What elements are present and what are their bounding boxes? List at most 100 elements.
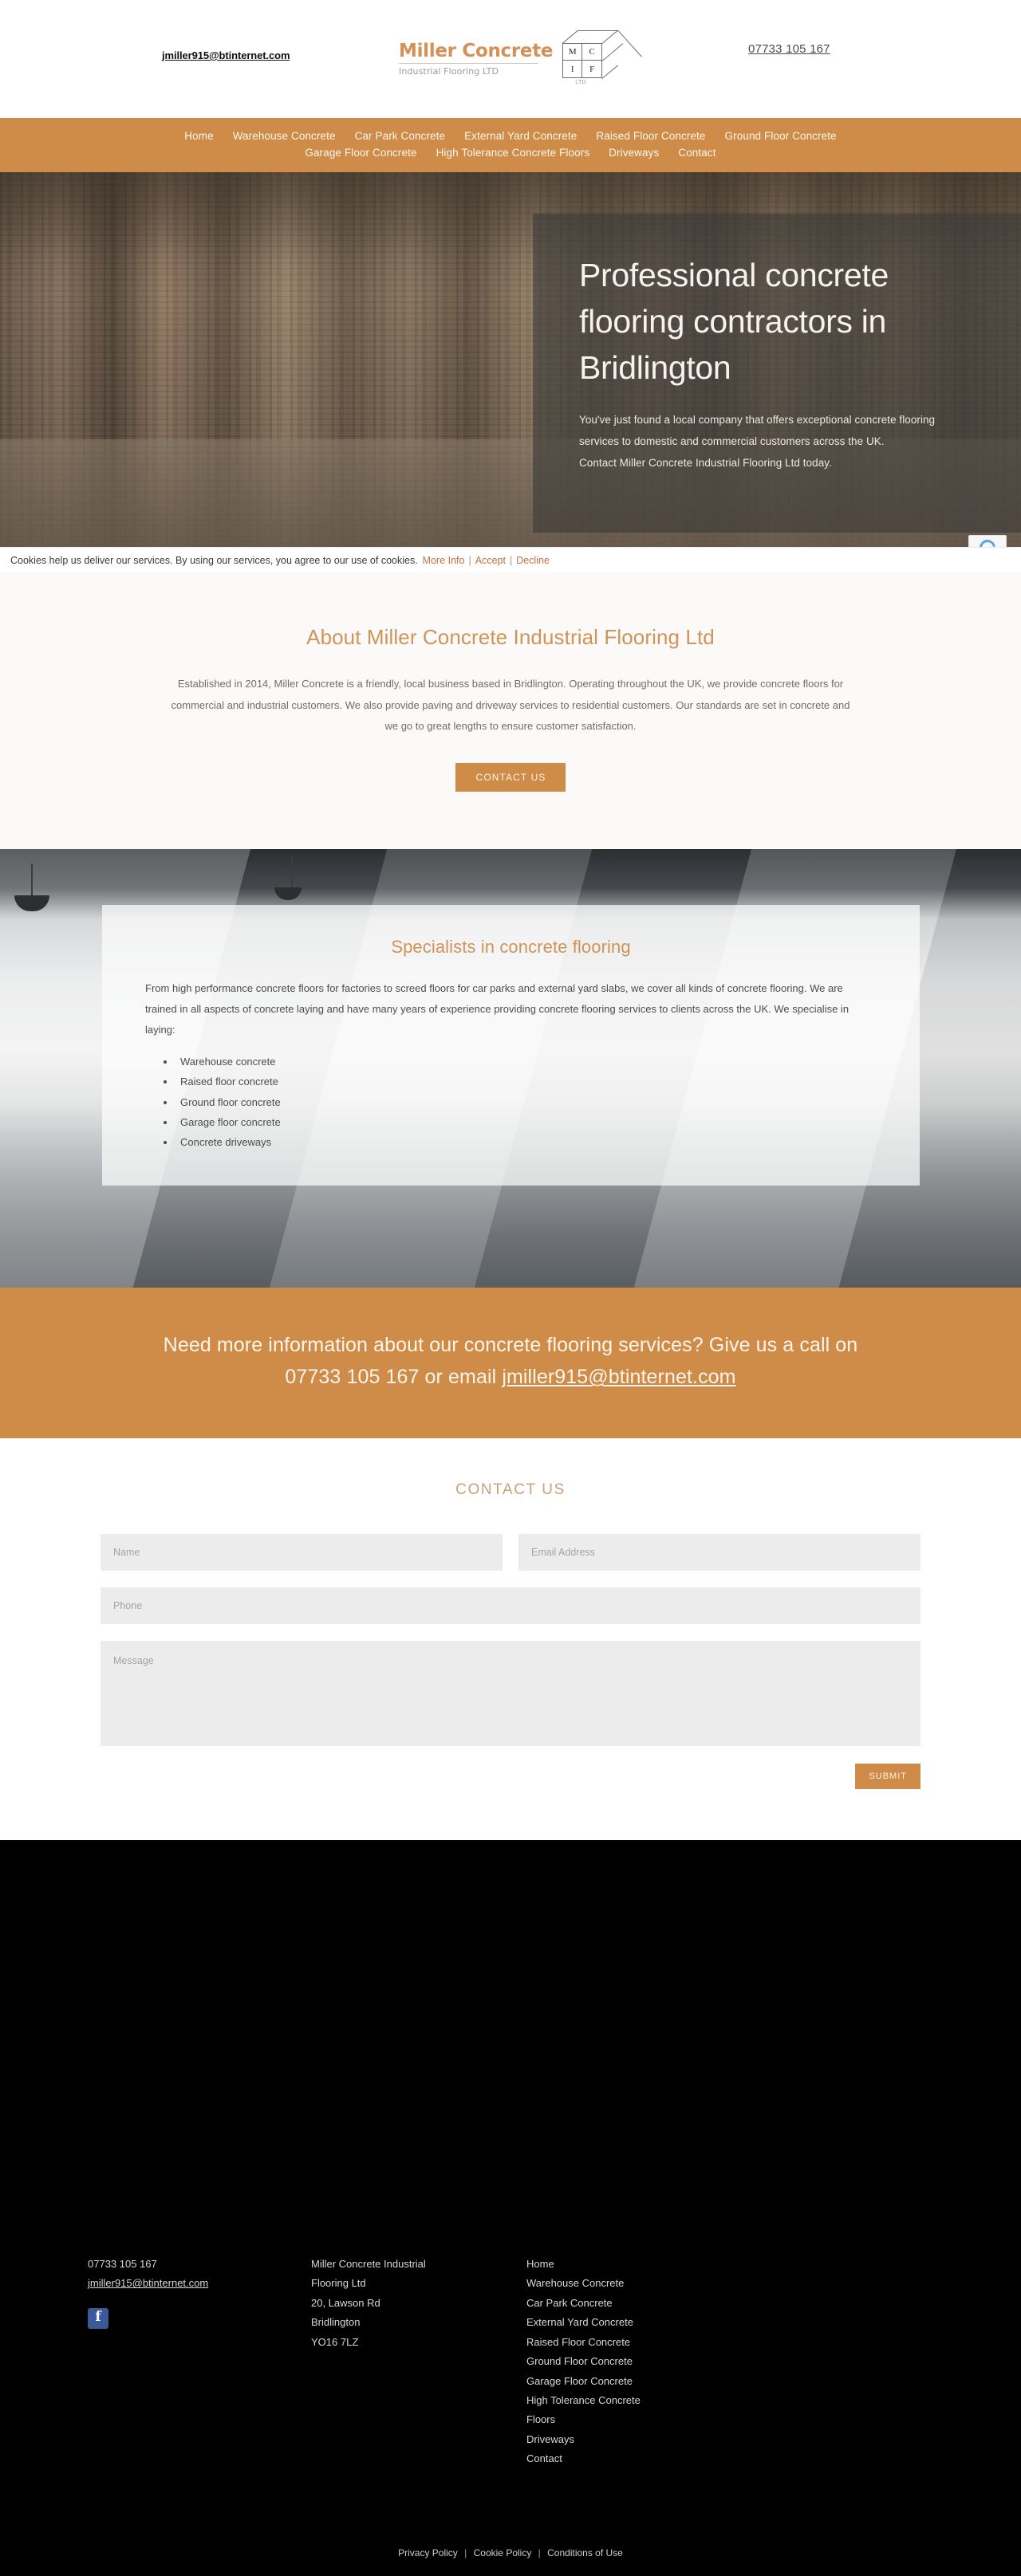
nav-row-secondary: Garage Floor Concrete High Tolerance Con… — [295, 144, 725, 161]
privacy-policy-link[interactable]: Privacy Policy — [398, 2547, 458, 2558]
footer-navigation: Home Warehouse Concrete Car Park Concret… — [526, 2255, 766, 2469]
logo-divider — [399, 63, 538, 65]
cookie-separator: | — [468, 554, 471, 566]
main-navigation: Home Warehouse Concrete Car Park Concret… — [0, 118, 1021, 172]
footer-link-floors[interactable]: Floors — [526, 2410, 766, 2429]
conditions-of-use-link[interactable]: Conditions of Use — [547, 2547, 623, 2558]
footer-contact-column: 07733 105 167 jmiller915@btinternet.com … — [88, 2255, 311, 2469]
specialists-list: Warehouse concrete Raised floor concrete… — [175, 1052, 877, 1153]
nav-row-primary: Home Warehouse Concrete Car Park Concret… — [175, 128, 846, 144]
logo-cube-edge — [562, 29, 579, 45]
form-row-phone — [101, 1587, 920, 1624]
header-phone-link[interactable]: 07733 105 167 — [748, 42, 830, 56]
about-title: About Miller Concrete Industrial Floorin… — [306, 625, 715, 649]
logo-subtitle: Industrial Flooring LTD — [399, 66, 499, 77]
footer-email-link[interactable]: jmiller915@btinternet.com — [88, 2277, 208, 2289]
legal-separator: | — [464, 2547, 467, 2558]
footer-address-line: Bridlington — [311, 2316, 361, 2329]
list-item: Warehouse concrete — [175, 1052, 877, 1072]
form-row-name-email — [101, 1533, 920, 1571]
footer-social: f — [88, 2294, 311, 2329]
nav-item-driveways[interactable]: Driveways — [599, 144, 668, 161]
facebook-icon[interactable]: f — [88, 2307, 108, 2329]
footer-phone[interactable]: 07733 105 167 — [88, 2255, 311, 2274]
submit-button[interactable]: SUBMIT — [855, 1763, 920, 1789]
logo-cube-face: M C I F — [562, 43, 603, 78]
phone-input[interactable] — [101, 1587, 920, 1624]
nav-item-car-park-concrete[interactable]: Car Park Concrete — [345, 128, 455, 144]
hero-title: Professional concrete flooring contracto… — [579, 257, 889, 387]
about-contact-us-button[interactable]: CONTACT US — [455, 762, 566, 792]
logo-title: Miller Concrete — [399, 40, 554, 61]
message-textarea[interactable] — [101, 1640, 920, 1746]
hero-subtitle-line-1: You've just found a local company that o… — [579, 413, 936, 426]
footer-legal-bar: Privacy Policy | Cookie Policy | Conditi… — [0, 2469, 1021, 2576]
cta-banner: Need more information about our concrete… — [0, 1287, 1021, 1438]
header-email-link[interactable]: jmiller915@btinternet.com — [162, 49, 290, 61]
email-input[interactable] — [518, 1533, 920, 1571]
hero-banner: Professional concrete flooring contracto… — [0, 172, 1021, 571]
list-item: Raised floor concrete — [175, 1072, 877, 1091]
specialists-title: Specialists in concrete flooring — [391, 936, 631, 957]
contact-form-section: CONTACT US SUBMIT — [0, 1437, 1021, 1840]
nav-item-warehouse-concrete[interactable]: Warehouse Concrete — [223, 128, 345, 144]
footer-link-high-tolerance-concrete[interactable]: High Tolerance Concrete — [526, 2391, 766, 2410]
nav-item-raised-floor-concrete[interactable]: Raised Floor Concrete — [586, 128, 715, 144]
nav-item-external-yard-concrete[interactable]: External Yard Concrete — [455, 128, 586, 144]
nav-item-garage-floor-concrete[interactable]: Garage Floor Concrete — [295, 144, 426, 161]
site-logo[interactable]: Miller Concrete Industrial Flooring LTD … — [399, 26, 643, 92]
footer-link-ground-floor-concrete[interactable]: Ground Floor Concrete — [526, 2352, 766, 2371]
nav-item-high-tolerance-concrete-floors[interactable]: High Tolerance Concrete Floors — [427, 144, 600, 161]
nav-item-ground-floor-concrete[interactable]: Ground Floor Concrete — [715, 128, 846, 144]
footer-link-car-park-concrete[interactable]: Car Park Concrete — [526, 2294, 766, 2313]
footer-link-warehouse-concrete[interactable]: Warehouse Concrete — [526, 2274, 766, 2293]
footer-links-column: Home Warehouse Concrete Car Park Concret… — [526, 2255, 766, 2469]
site-header: jmiller915@btinternet.com Miller Concret… — [0, 0, 1021, 118]
contact-form: SUBMIT — [101, 1533, 920, 1789]
cta-email-link[interactable]: jmiller915@btinternet.com — [502, 1366, 735, 1388]
footer-link-home[interactable]: Home — [526, 2255, 766, 2274]
hero-subtitle: You've just found a local company that o… — [579, 409, 989, 474]
cookie-decline-button[interactable]: Decline — [516, 555, 550, 566]
site-footer: 07733 105 167 jmiller915@btinternet.com … — [0, 1839, 1021, 2576]
footer-link-raised-floor-concrete[interactable]: Raised Floor Concrete — [526, 2333, 766, 2352]
specialists-body-text: From high performance concrete floors fo… — [145, 981, 850, 1036]
footer-address-line: Flooring Ltd — [311, 2277, 366, 2290]
logo-cube-edge — [601, 29, 619, 45]
logo-letter-c: C — [582, 44, 602, 61]
cookie-accept-button[interactable]: Accept — [475, 555, 506, 566]
cookie-more-info-link[interactable]: More Info — [423, 555, 465, 566]
logo-cube-edge — [578, 30, 619, 32]
logo-text-block: Miller Concrete Industrial Flooring LTD — [399, 40, 554, 77]
cookie-message: Cookies help us deliver our services. By… — [10, 554, 418, 566]
footer-address-column: Miller Concrete Industrial Flooring Ltd … — [311, 2255, 526, 2469]
form-actions: SUBMIT — [101, 1763, 920, 1789]
footer-link-contact[interactable]: Contact — [526, 2449, 766, 2468]
contact-form-title: CONTACT US — [455, 1481, 566, 1498]
logo-letter-i: I — [563, 61, 583, 77]
footer-link-external-yard-concrete[interactable]: External Yard Concrete — [526, 2313, 766, 2332]
list-item: Garage floor concrete — [175, 1112, 877, 1132]
cta-line-2-prefix: 07733 105 167 or email — [285, 1366, 503, 1389]
footer-link-driveways[interactable]: Driveways — [526, 2430, 766, 2449]
nav-item-contact[interactable]: Contact — [668, 144, 725, 161]
about-body-text: Established in 2014, Miller Concrete is … — [171, 678, 850, 733]
page-root: jmiller915@btinternet.com Miller Concret… — [0, 0, 1021, 2576]
logo-letter-f: F — [589, 64, 595, 74]
footer-link-garage-floor-concrete[interactable]: Garage Floor Concrete — [526, 2372, 766, 2391]
about-section: About Miller Concrete Industrial Floorin… — [0, 571, 1021, 849]
footer-columns: 07733 105 167 jmiller915@btinternet.com … — [88, 1960, 933, 2469]
footer-address-line: 20, Lawson Rd — [311, 2296, 380, 2309]
list-item: Concrete driveways — [175, 1132, 877, 1152]
name-input[interactable] — [101, 1533, 503, 1571]
cta-text: Need more information about our concrete… — [84, 1329, 937, 1394]
logo-cube-edge — [601, 43, 624, 62]
nav-item-home[interactable]: Home — [175, 128, 223, 144]
cookie-consent-bar: Cookies help us deliver our services. By… — [0, 547, 1021, 572]
hero-subtitle-line-2: services to domestic and commercial cust… — [579, 435, 885, 447]
cookie-policy-link[interactable]: Cookie Policy — [474, 2547, 532, 2558]
logo-ltd-mark: LTD — [575, 80, 587, 85]
cookie-separator: | — [509, 554, 513, 566]
logo-letter-m: M — [563, 44, 583, 61]
legal-separator: | — [538, 2547, 541, 2558]
